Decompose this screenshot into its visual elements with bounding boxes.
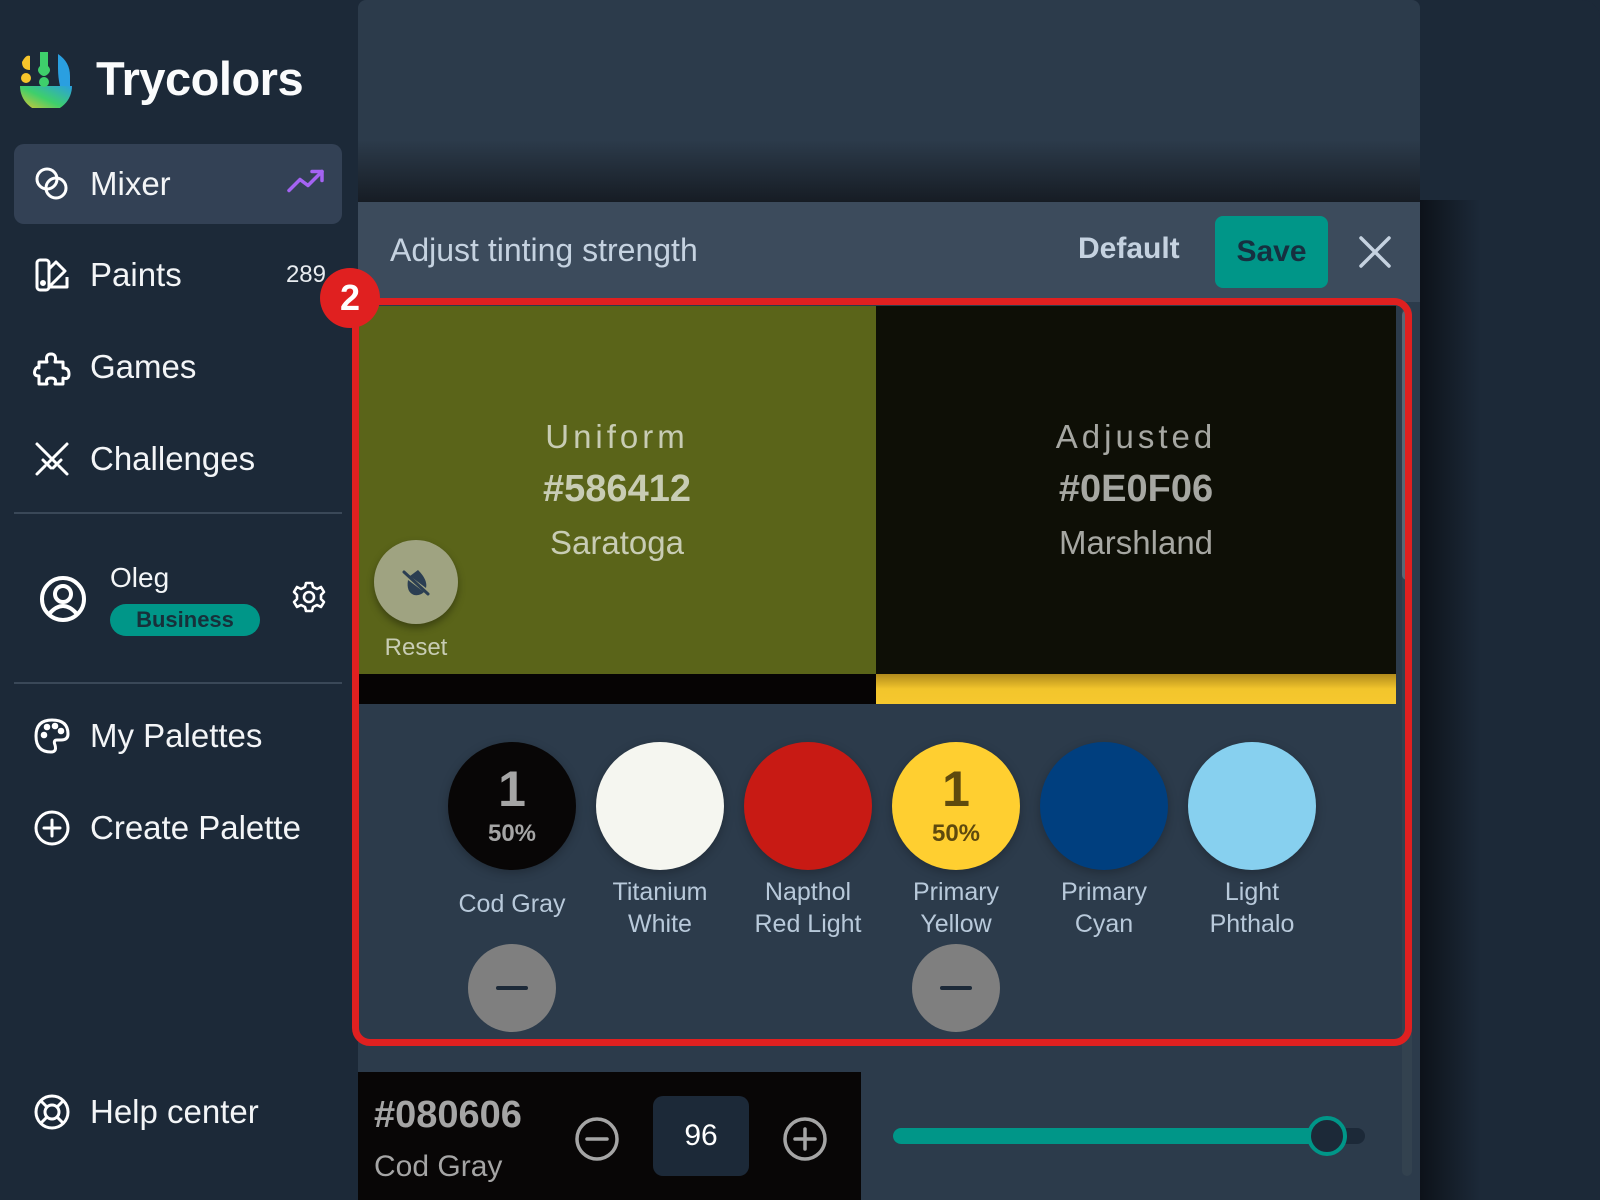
minus-icon: [496, 986, 528, 990]
color-comparison: Uniform #586412 Saratoga Reset Adjusted …: [358, 306, 1396, 704]
lifebuoy-icon: [32, 1092, 72, 1132]
paint-count: 1: [942, 761, 970, 817]
selected-paint-swatch: #080606 Cod Gray 96: [358, 1072, 861, 1200]
user-profile[interactable]: Oleg Business: [14, 556, 342, 646]
adjusted-swatch: Adjusted #0E0F06 Marshland: [876, 306, 1396, 674]
plus-circle-icon: [32, 808, 72, 848]
save-button[interactable]: Save: [1215, 216, 1328, 288]
modal-side-shadow: [1420, 200, 1480, 1200]
sidebar-item-create-palette[interactable]: Create Palette: [14, 788, 342, 868]
sidebar-item-label: Games: [90, 348, 197, 385]
paint-swatch[interactable]: 1 50%: [448, 742, 576, 870]
paint-name: Primary Cyan: [1060, 878, 1148, 938]
selected-paint-hex: #080606: [374, 1094, 522, 1136]
trycolors-logo-icon: [20, 52, 72, 108]
sidebar-item-label: Mixer: [90, 165, 171, 202]
modal-shadow: [358, 140, 1420, 202]
paint-bar-cod-gray: [358, 674, 876, 704]
mixer-icon: [32, 164, 72, 204]
gear-icon[interactable]: [292, 580, 326, 614]
remove-paint-button[interactable]: [912, 944, 1000, 1032]
paint-name: Cod Gray: [458, 890, 566, 918]
puzzle-icon: [32, 347, 72, 387]
uniform-hex: #586412: [543, 468, 691, 510]
sidebar-item-label: Challenges: [90, 440, 256, 477]
sidebar-item-help-center[interactable]: Help center: [14, 1072, 342, 1152]
adjusted-color-name: Marshland: [1058, 524, 1214, 561]
reset-button[interactable]: [374, 540, 458, 624]
sidebar-item-label: Help center: [90, 1093, 259, 1130]
modal-header: Adjust tinting strength Default Save: [358, 202, 1420, 302]
paint-swatch[interactable]: 1 50%: [892, 742, 1020, 870]
adjusted-hex: #0E0F06: [1058, 468, 1214, 510]
strength-slider[interactable]: [893, 1116, 1365, 1156]
slider-fill: [893, 1128, 1328, 1144]
remove-paint-button[interactable]: [468, 944, 556, 1032]
paint-percent: 50%: [931, 820, 981, 847]
sidebar-divider: [14, 682, 342, 684]
brand[interactable]: Trycolors: [16, 48, 304, 108]
uniform-label: Uniform: [545, 418, 689, 455]
plan-badge: Business: [110, 604, 260, 636]
increment-icon[interactable]: [782, 1116, 828, 1162]
annotation-badge: 2: [320, 268, 380, 328]
close-icon[interactable]: [1353, 230, 1397, 274]
sidebar-item-label: Paints: [90, 256, 182, 293]
slider-thumb[interactable]: [1307, 1116, 1348, 1156]
paints-icon: [32, 255, 72, 295]
paint-count: 1: [498, 761, 526, 817]
paint-name: Napthol Red Light: [754, 878, 862, 938]
decrement-icon[interactable]: [574, 1116, 620, 1162]
strength-input[interactable]: 96: [653, 1096, 749, 1176]
sidebar-item-label: My Palettes: [90, 717, 263, 754]
paint-name: Titanium White: [612, 878, 708, 938]
palette-icon: [32, 716, 72, 756]
uniform-swatch: Uniform #586412 Saratoga Reset: [358, 306, 876, 674]
sidebar-item-my-palettes[interactable]: My Palettes: [14, 696, 342, 776]
adjusted-label: Adjusted: [1055, 418, 1217, 455]
drop-off-icon: [402, 570, 430, 596]
paint-swatch[interactable]: [1188, 742, 1316, 870]
modal-title: Adjust tinting strength: [390, 232, 698, 268]
sidebar-item-challenges[interactable]: Challenges: [14, 419, 342, 499]
tinting-strength-modal: Adjust tinting strength Default Save Uni…: [358, 202, 1420, 1200]
paint-percent: 50%: [487, 820, 537, 847]
paint-name: Primary Yellow: [912, 878, 1000, 938]
paint-name: Light Phthalo: [1209, 878, 1295, 938]
user-name: Oleg: [110, 562, 170, 593]
user-avatar-icon: [40, 576, 86, 622]
paint-swatch[interactable]: [744, 742, 872, 870]
reset-label: Reset: [384, 634, 448, 661]
paint-swatch[interactable]: [596, 742, 724, 870]
sidebar-divider: [14, 512, 342, 514]
selected-paint-name: Cod Gray: [374, 1150, 503, 1183]
swords-icon: [32, 439, 72, 479]
default-button[interactable]: Default: [1078, 232, 1180, 266]
paint-swatch[interactable]: [1040, 742, 1168, 870]
sidebar-item-games[interactable]: Games: [14, 327, 342, 407]
paints-count: 289: [285, 261, 326, 288]
brand-name: Trycolors: [96, 51, 304, 105]
minus-icon: [940, 986, 972, 990]
sidebar-item-label: Create Palette: [90, 809, 301, 846]
paint-bar-primary-yellow: [876, 674, 1396, 704]
sidebar-item-mixer[interactable]: Mixer: [14, 144, 342, 224]
sidebar-item-paints[interactable]: Paints 289: [14, 235, 342, 315]
trending-up-icon: [286, 167, 326, 202]
sidebar: Trycolors Mixer Paints 289 Games Challen…: [0, 0, 358, 1200]
scrollbar-thumb[interactable]: [1402, 310, 1412, 580]
tint-editor: #080606 Cod Gray 96: [358, 1072, 1420, 1200]
